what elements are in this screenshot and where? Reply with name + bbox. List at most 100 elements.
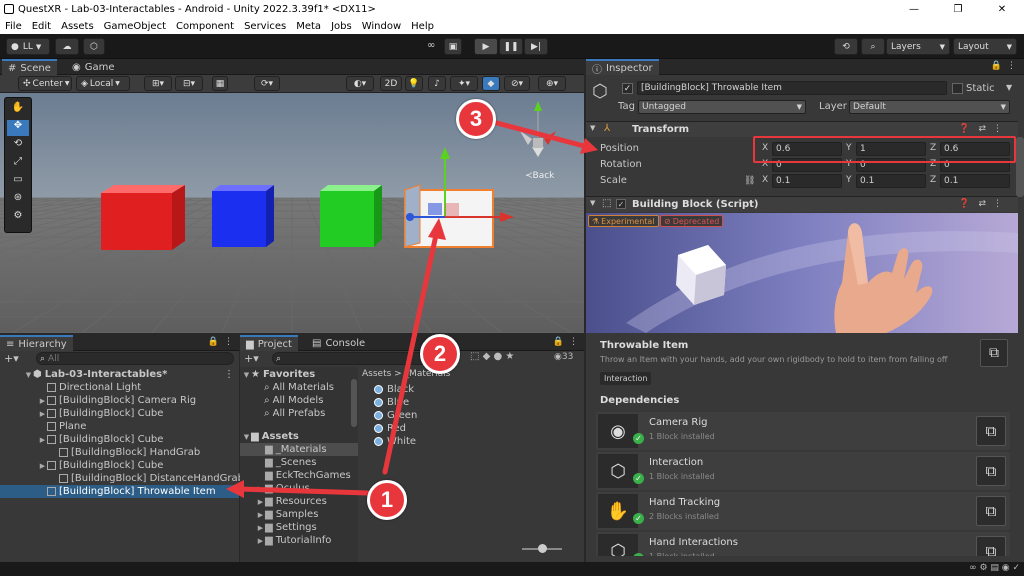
hierarchy-search-input[interactable]: ⌕ All bbox=[36, 352, 234, 365]
preset-icon[interactable]: ⇄ bbox=[978, 199, 986, 209]
transform-header[interactable]: ▼ ⅄ Transform ❓ ⇄ ⋮ bbox=[586, 121, 1018, 137]
menu-assets[interactable]: Assets bbox=[56, 21, 99, 32]
lock-icon[interactable]: 🔒 bbox=[553, 337, 564, 347]
lock-icon[interactable]: 🔒 bbox=[991, 61, 1002, 71]
open-dependency-button[interactable]: ⧉ bbox=[976, 536, 1006, 556]
search-icon[interactable]: ⌕ bbox=[861, 38, 885, 55]
hierarchy-item[interactable]: Directional Light bbox=[38, 381, 141, 394]
layout-dropdown[interactable]: Layout ▼ bbox=[953, 38, 1017, 55]
favorites-folder[interactable]: ▼ ★ Favorites bbox=[242, 368, 315, 381]
create-button[interactable]: +▾ bbox=[244, 352, 259, 365]
multiplayer-icon[interactable]: ∞ bbox=[427, 40, 435, 51]
step-button[interactable]: ▶| bbox=[524, 38, 548, 55]
hierarchy-item[interactable]: [BuildingBlock] HandGrab bbox=[50, 446, 200, 459]
collab-icon[interactable]: ⬡ bbox=[83, 38, 105, 55]
tab-project[interactable]: ▆ Project bbox=[240, 335, 298, 351]
asset-folder[interactable]: ▶ ▆ Settings bbox=[256, 521, 317, 534]
link-icon[interactable]: ⛓ bbox=[744, 176, 755, 186]
scale-y-field[interactable]: 0.1 bbox=[856, 174, 926, 188]
script-enabled-checkbox[interactable]: ✓ bbox=[616, 199, 626, 209]
more-icon[interactable]: ⋮ bbox=[224, 369, 234, 380]
effects-icon[interactable]: ✦▾ bbox=[450, 76, 478, 91]
grid-icon[interactable]: ▦ bbox=[212, 76, 228, 91]
menu-window[interactable]: Window bbox=[357, 21, 406, 32]
history-icon[interactable]: ⟲ bbox=[834, 38, 858, 55]
assets-folder[interactable]: ▼ ▆ Assets bbox=[242, 430, 299, 443]
more-icon[interactable]: ⋮ bbox=[569, 337, 578, 347]
hierarchy-item[interactable]: ▶ [BuildingBlock] Camera Rig bbox=[38, 394, 196, 407]
shading-mode-icon[interactable]: ◐▾ bbox=[346, 76, 374, 91]
menu-gameobject[interactable]: GameObject bbox=[99, 21, 171, 32]
snap-increment-icon[interactable]: ⊟▾ bbox=[175, 76, 203, 91]
visibility-icon[interactable]: ⊘▾ bbox=[504, 76, 530, 91]
device-sim-icon[interactable]: ▣ bbox=[444, 38, 462, 55]
material-item[interactable]: White bbox=[374, 435, 416, 448]
rect-tool-icon[interactable]: ▭ bbox=[9, 174, 27, 189]
asset-folder[interactable]: ▆ _Scenes bbox=[256, 456, 316, 469]
favorite-item[interactable]: ⌕ All Materials bbox=[264, 381, 334, 394]
rotate-tool-icon[interactable]: ⟲ bbox=[9, 138, 27, 153]
script-header[interactable]: ▼ ⬚ ✓ Building Block (Script) ❓ ⇄ ⋮ bbox=[586, 196, 1018, 212]
scale-x-field[interactable]: 0.1 bbox=[772, 174, 842, 188]
tree-scrollbar[interactable] bbox=[351, 379, 357, 427]
tag-dropdown[interactable]: Untagged ▼ bbox=[638, 100, 806, 114]
move-tool-icon[interactable]: ✥ bbox=[7, 120, 29, 136]
material-item[interactable]: Black bbox=[374, 383, 414, 396]
hierarchy-item[interactable]: [BuildingBlock] DistanceHandGrab bbox=[50, 472, 244, 485]
pivot-center-dropdown[interactable]: ✣ Center ▼ bbox=[18, 76, 72, 91]
open-dependency-button[interactable]: ⧉ bbox=[976, 496, 1006, 526]
hierarchy-scene-root[interactable]: ▼ ⬢ Lab-03-Interactables* ⋮ bbox=[24, 368, 234, 381]
gizmo-tools-icon[interactable]: ⟳▾ bbox=[254, 76, 280, 91]
menu-meta[interactable]: Meta bbox=[291, 21, 326, 32]
scale-z-field[interactable]: 0.1 bbox=[940, 174, 1010, 188]
menu-file[interactable]: File bbox=[0, 21, 27, 32]
object-name-field[interactable]: [BuildingBlock] Throwable Item bbox=[637, 81, 947, 95]
transform-tool-icon[interactable]: ⊛ bbox=[9, 192, 27, 207]
layer-dropdown[interactable]: Default ▼ bbox=[849, 100, 1010, 114]
hand-tool-icon[interactable]: ✋ bbox=[9, 102, 27, 117]
maximize-button[interactable]: ❐ bbox=[936, 0, 980, 18]
tab-game[interactable]: ◉ Game bbox=[66, 59, 121, 75]
hierarchy-item[interactable]: Plane bbox=[38, 420, 86, 433]
lock-icon[interactable]: 🔒 bbox=[208, 337, 219, 347]
static-checkbox[interactable] bbox=[952, 83, 963, 94]
help-icon[interactable]: ❓ bbox=[959, 199, 970, 209]
inspector-scrollbar[interactable] bbox=[1016, 137, 1024, 197]
open-dependency-button[interactable]: ⧉ bbox=[976, 416, 1006, 446]
material-item[interactable]: Red bbox=[374, 422, 406, 435]
asset-folder[interactable]: ▶ ▆ Resources bbox=[256, 495, 327, 508]
menu-jobs[interactable]: Jobs bbox=[326, 21, 357, 32]
hierarchy-item[interactable]: [BuildingBlock] Throwable Item bbox=[0, 485, 239, 498]
favorite-item[interactable]: ⌕ All Prefabs bbox=[264, 407, 325, 420]
asset-folder[interactable]: ▆ _Materials bbox=[240, 443, 358, 456]
tab-console[interactable]: ▤ Console bbox=[306, 335, 371, 351]
lighting-icon[interactable]: 💡 bbox=[405, 76, 423, 91]
grid-snap-icon[interactable]: ⊞▾ bbox=[144, 76, 172, 91]
play-button[interactable]: ▶ bbox=[474, 38, 498, 55]
zoom-slider-handle[interactable] bbox=[538, 544, 547, 553]
asset-folder[interactable]: ▶ ▆ TutorialInfo bbox=[256, 534, 332, 547]
menu-edit[interactable]: Edit bbox=[27, 21, 56, 32]
hierarchy-item[interactable]: ▶ [BuildingBlock] Cube bbox=[38, 433, 164, 446]
custom-tool-icon[interactable]: ⚙ bbox=[9, 210, 27, 225]
menu-help[interactable]: Help bbox=[406, 21, 439, 32]
hierarchy-item[interactable]: ▶ [BuildingBlock] Cube bbox=[38, 459, 164, 472]
close-button[interactable]: ✕ bbox=[980, 0, 1024, 18]
preset-icon[interactable]: ⇄ bbox=[978, 124, 986, 134]
back-view-label[interactable]: ≺Back bbox=[525, 171, 554, 181]
layers-dropdown[interactable]: Layers ▼ bbox=[886, 38, 950, 55]
help-icon[interactable]: ❓ bbox=[959, 124, 970, 134]
more-icon[interactable]: ⋮ bbox=[993, 124, 1002, 134]
active-checkbox[interactable]: ✓ bbox=[622, 83, 633, 94]
material-item[interactable]: Green bbox=[374, 409, 417, 422]
hierarchy-item[interactable]: ▶ [BuildingBlock] Cube bbox=[38, 407, 164, 420]
more-icon[interactable]: ⋮ bbox=[224, 337, 233, 347]
status-icons[interactable]: ∞ ⚙ ▤ ◉ ✓ bbox=[969, 563, 1020, 573]
tab-inspector[interactable]: ⓘ Inspector bbox=[586, 59, 659, 76]
chevron-down-icon[interactable]: ▼ bbox=[1006, 83, 1012, 92]
space-local-dropdown[interactable]: ◈ Local ▼ bbox=[76, 76, 130, 91]
layers-vis-icon[interactable]: ◆ bbox=[482, 76, 500, 91]
cloud-icon[interactable]: ☁ bbox=[55, 38, 79, 55]
pause-button[interactable]: ❚❚ bbox=[499, 38, 523, 55]
interaction-tag-chip[interactable]: Interaction bbox=[600, 372, 652, 385]
